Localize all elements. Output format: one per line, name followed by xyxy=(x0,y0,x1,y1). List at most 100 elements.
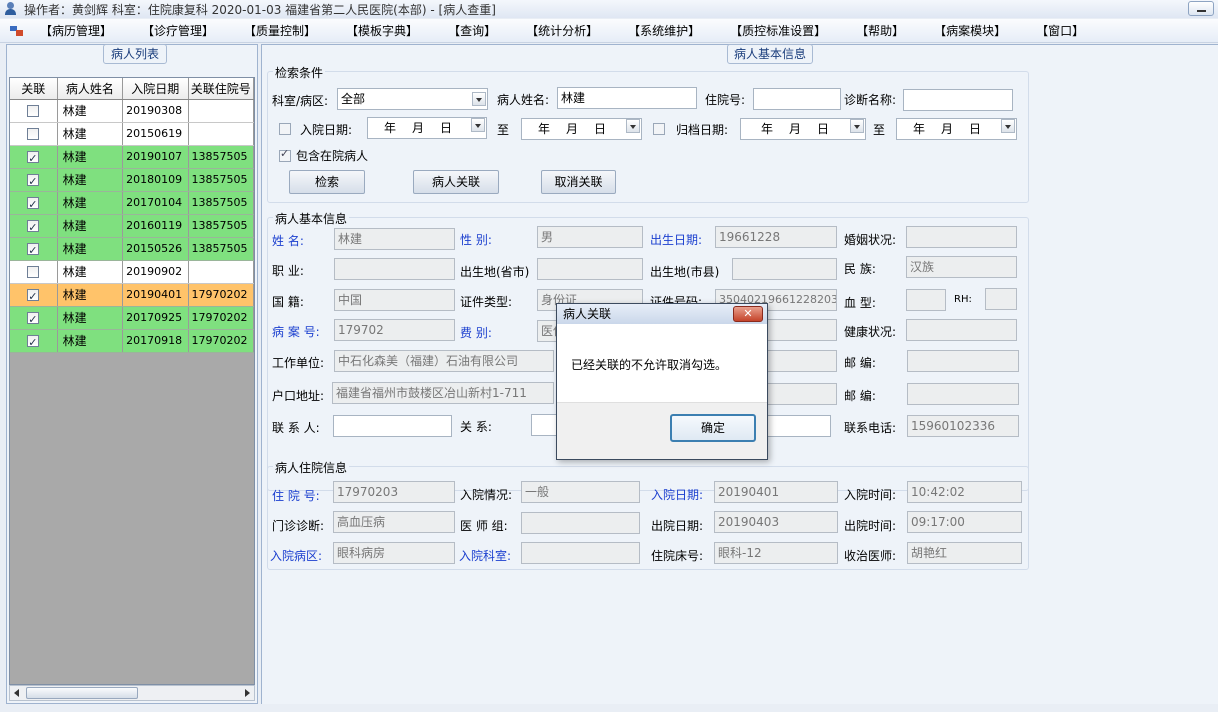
link-patient-button[interactable]: 病人关联 xyxy=(413,170,499,194)
patient-name-cell[interactable]: 林建 xyxy=(58,192,124,214)
horizontal-scrollbar[interactable] xyxy=(9,685,255,701)
link-checkbox[interactable] xyxy=(27,240,40,260)
nationality-field[interactable]: 中国 xyxy=(334,289,455,311)
ward-field[interactable]: 眼科病房 xyxy=(333,542,455,564)
work-unit-field[interactable]: 中石化森美（福建）石油有限公司 xyxy=(334,350,554,372)
link-checkbox[interactable] xyxy=(27,286,40,306)
table-row[interactable]: 林建2017010413857505 xyxy=(10,192,254,215)
discharge-date-field[interactable]: 20190403 xyxy=(714,511,838,533)
link-checkbox[interactable] xyxy=(27,128,40,140)
link-checkbox[interactable] xyxy=(27,171,40,191)
table-row[interactable]: 林建 20150619 xyxy=(10,123,254,146)
link-checkbox-cell[interactable] xyxy=(10,307,58,329)
linked-inpatient-no-cell[interactable] xyxy=(189,261,254,283)
admit-dept-field[interactable] xyxy=(521,542,640,564)
admit-date-cell[interactable]: 20170918 xyxy=(123,330,189,352)
admit-time-field[interactable]: 10:42:02 xyxy=(907,481,1022,503)
marital-field[interactable] xyxy=(906,226,1017,248)
table-row[interactable]: 林建2018010913857505 xyxy=(10,169,254,192)
menu-treatment[interactable]: 【诊疗管理】 xyxy=(142,22,214,39)
patient-name-cell[interactable]: 林建 xyxy=(58,238,124,260)
admit-date-cell[interactable]: 20190401 xyxy=(123,284,189,306)
scrollbar-thumb[interactable] xyxy=(26,687,138,699)
linked-inpatient-no-cell[interactable]: 13857505 xyxy=(189,238,254,260)
address-field[interactable]: 福建省福州市鼓楼区冶山新村1-711 xyxy=(332,382,554,404)
col-header-inpatient-no[interactable]: 关联住院号 xyxy=(189,78,254,99)
archive-date-checkbox[interactable] xyxy=(653,123,665,135)
linked-inpatient-no-cell[interactable]: 17970202 xyxy=(189,284,254,306)
menu-system[interactable]: 【系统维护】 xyxy=(628,22,700,39)
postcode-field-2[interactable] xyxy=(907,383,1019,405)
patient-name-cell[interactable]: 林建 xyxy=(58,100,124,122)
linked-inpatient-no-cell[interactable] xyxy=(189,100,254,122)
admit-date-cell[interactable]: 20190107 xyxy=(123,146,189,168)
link-checkbox[interactable] xyxy=(27,148,40,168)
patient-name-cell[interactable]: 林建 xyxy=(58,307,124,329)
linked-inpatient-no-cell[interactable] xyxy=(189,123,254,145)
table-row[interactable]: 林建2016011913857505 xyxy=(10,215,254,238)
link-checkbox[interactable] xyxy=(27,332,40,352)
admit-date-cell[interactable]: 20170104 xyxy=(123,192,189,214)
include-inpatient-checkbox[interactable] xyxy=(279,147,291,162)
blood-type-field[interactable] xyxy=(906,289,946,311)
calendar-dropdown-icon[interactable] xyxy=(1001,119,1015,133)
link-checkbox-cell[interactable] xyxy=(10,192,58,214)
rh-field[interactable] xyxy=(985,288,1017,310)
close-icon[interactable]: ✕ xyxy=(733,306,763,322)
admit-date-cell[interactable]: 20190308 xyxy=(123,100,189,122)
inpatient-no-field[interactable]: 17970203 xyxy=(333,481,455,503)
admit-status-field[interactable]: 一般 xyxy=(521,481,640,503)
calendar-dropdown-icon[interactable] xyxy=(471,118,485,132)
calendar-dropdown-icon[interactable] xyxy=(626,119,640,133)
table-row[interactable]: 林建2017092517970202 xyxy=(10,307,254,330)
col-header-link[interactable]: 关联 xyxy=(10,78,58,99)
admit-date-to[interactable]: 年 月 日 xyxy=(521,118,642,140)
search-button[interactable]: 检索 xyxy=(289,170,365,194)
attending-field[interactable]: 胡艳红 xyxy=(907,542,1022,564)
link-checkbox[interactable] xyxy=(27,266,40,278)
link-checkbox-cell[interactable] xyxy=(10,238,58,260)
archive-date-to[interactable]: 年 月 日 xyxy=(896,118,1017,140)
discharge-time-field[interactable]: 09:17:00 xyxy=(907,511,1022,533)
patient-name-cell[interactable]: 林建 xyxy=(58,330,124,352)
table-row[interactable]: 林建 20190902 xyxy=(10,261,254,284)
linked-inpatient-no-cell[interactable]: 13857505 xyxy=(189,192,254,214)
diagnosis-search-input[interactable] xyxy=(903,89,1013,111)
linked-inpatient-no-cell[interactable]: 13857505 xyxy=(189,215,254,237)
scroll-right-icon[interactable] xyxy=(245,689,250,697)
minimize-button[interactable] xyxy=(1188,1,1214,16)
unlink-patient-button[interactable]: 取消关联 xyxy=(541,170,616,194)
link-checkbox-cell[interactable] xyxy=(10,169,58,191)
chevron-down-icon[interactable] xyxy=(472,92,486,106)
admit-date-cell[interactable]: 20190902 xyxy=(123,261,189,283)
name-search-input[interactable]: 林建 xyxy=(557,87,697,109)
dept-select[interactable]: 全部 xyxy=(337,88,488,110)
link-checkbox-cell[interactable] xyxy=(10,146,58,168)
health-field[interactable] xyxy=(906,319,1017,341)
menu-quality-control[interactable]: 【质量控制】 xyxy=(244,22,316,39)
ethnicity-field[interactable]: 汉族 xyxy=(906,256,1017,278)
col-header-date[interactable]: 入院日期 xyxy=(123,78,189,99)
link-checkbox-cell[interactable] xyxy=(10,123,58,145)
contact-field[interactable] xyxy=(333,415,452,437)
admit-date-cell[interactable]: 20150526 xyxy=(123,238,189,260)
patient-name-cell[interactable]: 林建 xyxy=(58,146,124,168)
archive-date-from[interactable]: 年 月 日 xyxy=(740,118,866,140)
admit-date-cell[interactable]: 20160119 xyxy=(123,215,189,237)
postcode-field-1[interactable] xyxy=(907,350,1019,372)
table-row[interactable]: 林建2017091817970202 xyxy=(10,330,254,353)
name-field[interactable]: 林建 xyxy=(334,228,455,250)
outpatient-dx-field[interactable]: 高血压病 xyxy=(333,511,455,533)
admit-date-field[interactable]: 20190401 xyxy=(714,481,838,503)
phone-field[interactable]: 15960102336 xyxy=(907,415,1019,437)
menu-query[interactable]: 【查询】 xyxy=(448,22,496,39)
linked-inpatient-no-cell[interactable]: 13857505 xyxy=(189,146,254,168)
window-control-icon[interactable] xyxy=(10,24,26,38)
table-row[interactable]: 林建2015052613857505 xyxy=(10,238,254,261)
linked-inpatient-no-cell[interactable]: 17970202 xyxy=(189,330,254,352)
menu-window[interactable]: 【窗口】 xyxy=(1036,22,1084,39)
link-checkbox[interactable] xyxy=(27,105,40,117)
link-checkbox-cell[interactable] xyxy=(10,100,58,122)
patient-name-cell[interactable]: 林建 xyxy=(58,215,124,237)
admit-date-checkbox[interactable] xyxy=(279,123,291,135)
